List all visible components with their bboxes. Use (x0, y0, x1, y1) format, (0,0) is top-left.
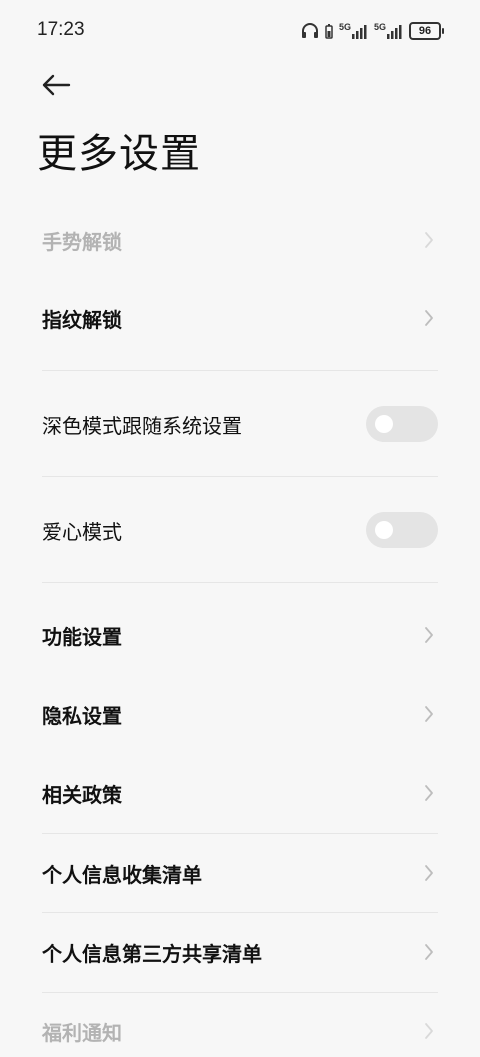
dark-mode-follow-system-label: 深色模式跟随系统设置 (42, 413, 242, 438)
dark-mode-toggle[interactable] (366, 406, 438, 442)
chevron-right-icon (422, 862, 436, 884)
third-party-sharing-list-label: 个人信息第三方共享清单 (42, 941, 262, 966)
headphones-icon (301, 23, 319, 39)
status-icons: 5G 5G 96 (301, 20, 444, 42)
benefits-notification-label: 福利通知 (42, 1020, 122, 1045)
third-party-sharing-list-item[interactable]: 个人信息第三方共享清单 (42, 934, 438, 970)
signal-5g-icon-2: 5G (374, 23, 403, 39)
divider (42, 912, 438, 913)
back-button[interactable] (38, 70, 74, 100)
divider (42, 992, 438, 993)
divider (42, 833, 438, 834)
signal2-label: 5G (373, 22, 386, 32)
chevron-right-icon (422, 624, 436, 646)
chevron-right-icon (422, 782, 436, 804)
chevron-right-icon (422, 703, 436, 725)
status-bar: 17:23 5G 5G 96 (0, 0, 480, 62)
divider (42, 582, 438, 583)
vibrate-battery-icon (325, 23, 333, 39)
chevron-right-icon (422, 229, 436, 251)
divider (42, 476, 438, 477)
signal1-label: 5G (338, 22, 351, 32)
function-settings-label: 功能设置 (42, 624, 122, 649)
fingerprint-unlock-item[interactable]: 指纹解锁 (42, 300, 438, 336)
function-settings-item[interactable]: 功能设置 (42, 617, 438, 653)
personal-info-collection-list-label: 个人信息收集清单 (42, 862, 202, 887)
related-policies-item[interactable]: 相关政策 (42, 775, 438, 811)
care-mode-toggle[interactable] (366, 512, 438, 548)
fingerprint-unlock-label: 指纹解锁 (42, 307, 122, 332)
personal-info-collection-list-item[interactable]: 个人信息收集清单 (42, 855, 438, 891)
dark-mode-follow-system-item: 深色模式跟随系统设置 (42, 406, 438, 442)
chevron-right-icon (422, 1020, 436, 1042)
care-mode-label: 爱心模式 (42, 519, 122, 544)
chevron-right-icon (422, 307, 436, 329)
care-mode-item: 爱心模式 (42, 512, 438, 548)
back-arrow-icon (42, 74, 71, 96)
benefits-notification-item[interactable]: 福利通知 (42, 1013, 438, 1049)
related-policies-label: 相关政策 (42, 782, 122, 807)
gesture-unlock-label: 手势解锁 (42, 229, 122, 254)
signal-5g-icon: 5G (339, 23, 368, 39)
battery-icon: 96 (409, 22, 444, 40)
battery-level: 96 (409, 22, 441, 40)
page-title: 更多设置 (37, 131, 201, 177)
privacy-settings-item[interactable]: 隐私设置 (42, 696, 438, 732)
gesture-unlock-item[interactable]: 手势解锁 (42, 222, 438, 258)
status-time: 17:23 (37, 19, 85, 40)
chevron-right-icon (422, 941, 436, 963)
privacy-settings-label: 隐私设置 (42, 703, 122, 728)
divider (42, 370, 438, 371)
